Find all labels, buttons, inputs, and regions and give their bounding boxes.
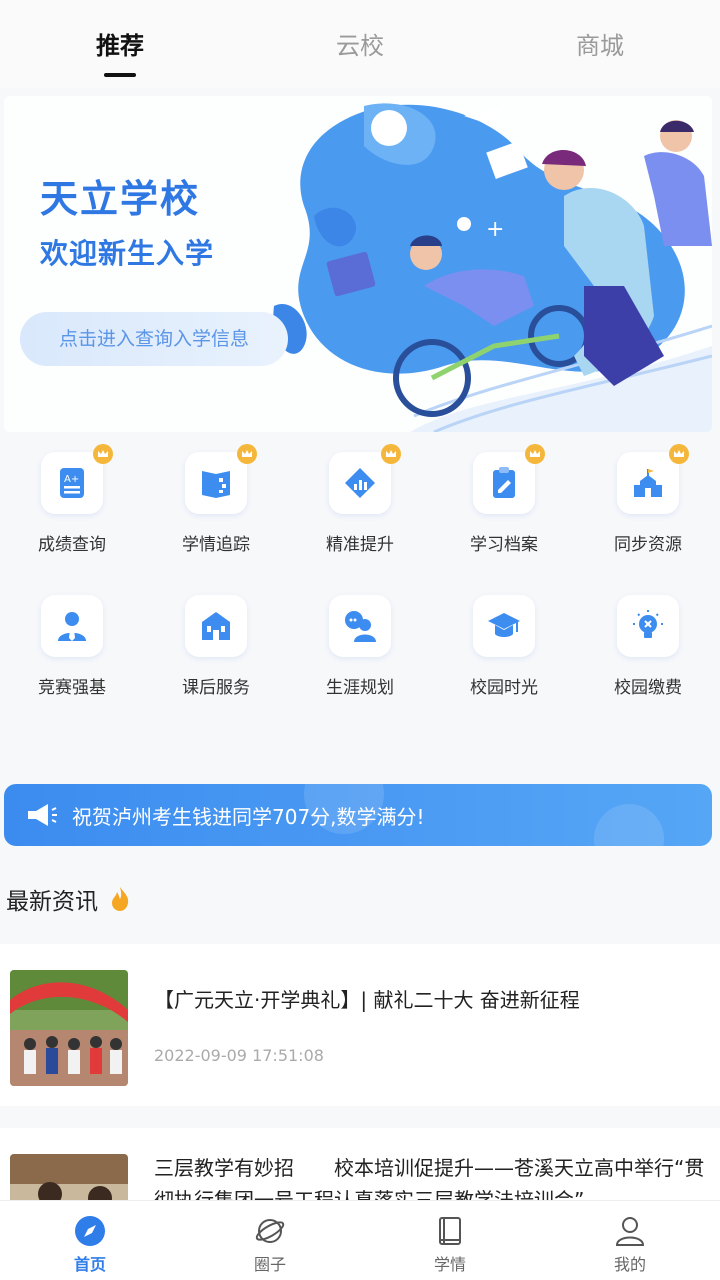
person-tie-icon bbox=[58, 612, 86, 641]
compass-icon bbox=[75, 1216, 105, 1246]
lightbulb-icon bbox=[633, 610, 663, 638]
svg-text:+: + bbox=[486, 217, 504, 242]
grid-label: 学情追踪 bbox=[182, 535, 250, 555]
crown-icon bbox=[237, 444, 257, 464]
diamond-chart-icon bbox=[345, 468, 375, 498]
announcement-bar[interactable]: 祝贺泸州考生钱进同学707分,数学满分! bbox=[4, 784, 712, 846]
tab-recommend-label: 推荐 bbox=[96, 32, 144, 60]
grid-label: 生涯规划 bbox=[326, 678, 394, 698]
tab-active-indicator bbox=[104, 73, 136, 77]
grid-item-campus-time[interactable]: 校园时光 bbox=[432, 595, 576, 698]
feature-grid: A+ 成绩查询 学情追踪 精准提升 学习档案 同步资源 竞赛强基 课后服务 生涯… bbox=[0, 444, 720, 698]
svg-text:A+: A+ bbox=[64, 474, 79, 485]
grid-item-competition[interactable]: 竞赛强基 bbox=[0, 595, 144, 698]
grid-label: 校园缴费 bbox=[614, 678, 682, 698]
crown-icon bbox=[525, 444, 545, 464]
grid-item-precise-improve[interactable]: 精准提升 bbox=[288, 444, 432, 555]
bottom-navigation: 首页 圈子 学情 我的 bbox=[0, 1200, 720, 1280]
nav-home-label: 首页 bbox=[73, 1255, 106, 1274]
tab-recommend[interactable]: 推荐 bbox=[0, 0, 240, 88]
grid-label: 成绩查询 bbox=[38, 535, 106, 555]
crown-icon bbox=[381, 444, 401, 464]
user-icon bbox=[615, 1217, 645, 1246]
chat-person-icon bbox=[345, 611, 376, 642]
fire-icon bbox=[112, 887, 129, 911]
nav-study[interactable]: 学情 bbox=[360, 1201, 540, 1280]
news-section-header: 最新资讯 bbox=[6, 882, 130, 916]
news-card[interactable]: 【广元天立·开学典礼】| 献礼二十大 奋进新征程 2022-09-09 17:5… bbox=[0, 944, 720, 1106]
clipboard-edit-icon bbox=[493, 467, 515, 498]
banner-title: 天立学校 bbox=[40, 177, 201, 221]
tab-cloud-school-label: 云校 bbox=[336, 32, 384, 60]
welcome-banner[interactable]: + 天立学校 欢迎新生入学 点击进入查询入学信息 bbox=[4, 96, 712, 432]
building-icon bbox=[202, 612, 230, 640]
grid-item-learning-track[interactable]: 学情追踪 bbox=[144, 444, 288, 555]
grid-item-study-archive[interactable]: 学习档案 bbox=[432, 444, 576, 555]
news-date: 2022-09-09 17:51:08 bbox=[154, 1046, 324, 1065]
nav-circle-label: 圈子 bbox=[253, 1255, 286, 1274]
news-card[interactable]: 三层教学有妙招 校本培训促提升——苍溪天立高中举行“贯彻执行集团一号工程认真落实… bbox=[0, 1128, 720, 1200]
book-track-icon bbox=[202, 471, 230, 498]
grid-item-career-plan[interactable]: 生涯规划 bbox=[288, 595, 432, 698]
planet-icon bbox=[255, 1219, 285, 1243]
grid-item-sync-resources[interactable]: 同步资源 bbox=[576, 444, 720, 555]
banner-illustration: + bbox=[273, 103, 712, 432]
banner-cta-button[interactable]: 点击进入查询入学信息 bbox=[20, 312, 288, 366]
grid-item-campus-payment[interactable]: 校园缴费 bbox=[576, 595, 720, 698]
nav-mine-label: 我的 bbox=[613, 1255, 646, 1274]
school-building-icon bbox=[634, 469, 662, 497]
top-tab-bar: 推荐 云校 商城 bbox=[0, 0, 720, 88]
banner-subtitle: 欢迎新生入学 bbox=[40, 237, 215, 270]
crown-icon bbox=[93, 444, 113, 464]
tab-mall-label: 商城 bbox=[576, 32, 624, 60]
grid-label: 竞赛强基 bbox=[38, 678, 106, 698]
grid-label: 校园时光 bbox=[470, 678, 538, 698]
nav-circle[interactable]: 圈子 bbox=[180, 1201, 360, 1280]
grid-label: 同步资源 bbox=[614, 535, 682, 555]
nav-home[interactable]: 首页 bbox=[0, 1201, 180, 1280]
graduation-cap-icon bbox=[488, 613, 520, 637]
grid-label: 学习档案 bbox=[470, 535, 538, 555]
news-section-title: 最新资讯 bbox=[6, 889, 98, 915]
news-thumbnail bbox=[10, 970, 128, 1086]
megaphone-icon bbox=[28, 804, 57, 826]
news-title: 三层教学有妙招 校本培训促提升——苍溪天立高中举行“贯彻执行集团一号工程认真落实… bbox=[154, 1156, 705, 1200]
news-thumbnail bbox=[10, 1154, 128, 1200]
tab-cloud-school[interactable]: 云校 bbox=[240, 0, 480, 88]
crown-icon bbox=[669, 444, 689, 464]
grid-label: 课后服务 bbox=[182, 678, 250, 698]
nav-study-label: 学情 bbox=[433, 1255, 466, 1274]
report-icon: A+ bbox=[60, 468, 84, 498]
book-icon bbox=[439, 1217, 461, 1245]
grid-item-score-query[interactable]: A+ 成绩查询 bbox=[0, 444, 144, 555]
grid-item-after-school[interactable]: 课后服务 bbox=[144, 595, 288, 698]
grid-label: 精准提升 bbox=[326, 535, 394, 555]
news-title: 【广元天立·开学典礼】| 献礼二十大 奋进新征程 bbox=[154, 988, 580, 1012]
tab-mall[interactable]: 商城 bbox=[480, 0, 720, 88]
nav-mine[interactable]: 我的 bbox=[540, 1201, 720, 1280]
